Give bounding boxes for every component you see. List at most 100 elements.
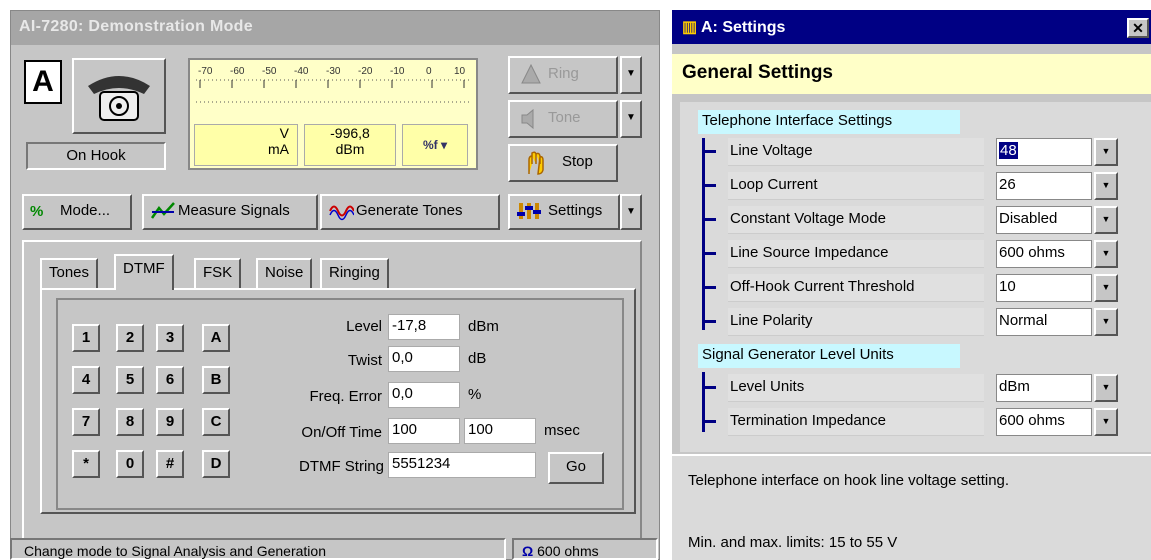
chevron-down-icon: ▼ [1101,214,1111,224]
offhook-threshold-dropdown[interactable]: ▼ [1094,274,1118,302]
tree-connector [702,218,716,221]
settings-window: ▥ A: Settings ✕ General Settings Telepho… [670,10,1151,560]
setting-label: Level Units [728,374,984,402]
twist-label: Twist [347,352,382,369]
level-value: -996,8 [330,125,370,141]
settings-dropdown[interactable]: ▼ [620,194,642,230]
generate-tones-button[interactable]: Generate Tones [320,194,500,230]
settings-title-text: A: Settings [700,19,786,36]
keypad-key[interactable]: C [202,408,230,436]
close-button[interactable]: ✕ [1127,18,1149,38]
unit-selector[interactable]: %f ▾ [402,124,468,166]
chevron-down-icon: ▼ [626,68,636,79]
tree-connector [702,184,716,187]
source-impedance-value[interactable]: 600 ohms [996,240,1092,268]
level-meter: -70 -60 -50 -40 -30 -20 -10 0 10 V mA -9… [188,58,478,170]
setting-label: Off-Hook Current Threshold [728,274,984,302]
tone-dropdown[interactable]: ▼ [620,100,642,138]
tree-connector [702,286,716,289]
offhook-threshold-value[interactable]: 10 [996,274,1092,302]
keypad-key[interactable]: * [72,450,100,478]
keypad-key[interactable]: 6 [156,366,184,394]
dtmf-string-input[interactable]: 5551234 [388,452,536,478]
source-impedance-dropdown[interactable]: ▼ [1094,240,1118,268]
keypad-key[interactable]: 3 [156,324,184,352]
twist-unit: dB [468,350,487,367]
mode-button[interactable]: % Mode... [22,194,132,230]
wave-icon [329,205,354,221]
speaker-icon [521,108,534,130]
line-voltage-value[interactable]: 48 [996,138,1092,166]
line-polarity-dropdown[interactable]: ▼ [1094,308,1118,336]
keypad-key[interactable]: A [202,324,230,352]
keypad-key[interactable]: 4 [72,366,100,394]
constant-voltage-value[interactable]: Disabled [996,206,1092,234]
keypad-key[interactable]: 9 [156,408,184,436]
keypad-key[interactable]: 5 [116,366,144,394]
freq-error-label: Freq. Error [309,388,382,405]
loop-current-value[interactable]: 26 [996,172,1092,200]
setting-label: Line Source Impedance [728,240,984,268]
ring-button[interactable]: Ring [508,56,618,94]
tree-connector [702,386,716,389]
keypad-key[interactable]: # [156,450,184,478]
level-unit: dBm [335,141,365,157]
tab-ringing[interactable]: Ringing [320,258,389,288]
on-off-time-unit: msec [544,422,580,439]
freq-error-unit: % [468,386,482,403]
tab-noise[interactable]: Noise [256,258,313,288]
tone-button[interactable]: Tone [508,100,618,138]
termination-impedance-value[interactable]: 600 ohms [996,408,1092,436]
keypad-key[interactable]: D [202,450,230,478]
tab-fsk[interactable]: FSK [194,258,242,288]
keypad-key[interactable]: 2 [116,324,144,352]
keypad-key[interactable]: B [202,366,230,394]
tree-connector [702,138,705,330]
keypad-key[interactable]: 0 [116,450,144,478]
keypad-key[interactable]: 7 [72,408,100,436]
stop-button[interactable]: Stop [508,144,618,182]
tree-connector [702,150,716,153]
window-title: AI-7280: Demonstration Mode [11,11,659,45]
level-input[interactable]: -17,8 [388,314,460,340]
tab-dtmf[interactable]: DTMF [114,254,174,290]
mode-icon: % [30,203,44,220]
tab-tones[interactable]: Tones [40,258,99,288]
tone-label: Tone [548,109,581,126]
status-bar: Change mode to Signal Analysis and Gener… [10,538,660,560]
off-time-input[interactable]: 100 [464,418,536,444]
mode-label: Mode... [60,202,111,219]
keypad-key[interactable]: 1 [72,324,100,352]
level-units-value[interactable]: dBm [996,374,1092,402]
ring-dropdown[interactable]: ▼ [620,56,642,94]
chevron-down-icon: ▼ [1101,248,1111,258]
description-text: Telephone interface on hook line voltage… [688,472,1010,489]
on-time-input[interactable]: 100 [388,418,460,444]
tree-connector [702,372,705,432]
line-polarity-value[interactable]: Normal [996,308,1092,336]
ring-label: Ring [548,65,579,82]
loop-current-dropdown[interactable]: ▼ [1094,172,1118,200]
status-message: Change mode to Signal Analysis and Gener… [10,538,506,560]
measure-signals-button[interactable]: Measure Signals [142,194,318,230]
level-unit: dBm [468,318,499,335]
constant-voltage-dropdown[interactable]: ▼ [1094,206,1118,234]
setting-label: Loop Current [728,172,984,200]
twist-input[interactable]: 0,0 [388,346,460,372]
level-units-dropdown[interactable]: ▼ [1094,374,1118,402]
go-button[interactable]: Go [548,452,604,484]
settings-button[interactable]: Settings [508,194,620,230]
meter-scale: -70 -60 -50 -40 -30 -20 -10 0 10 [196,66,472,106]
limits-text: Min. and max. limits: 15 to 55 V [688,534,898,551]
hook-toggle-button[interactable] [72,58,166,134]
current-unit: mA [268,141,289,157]
freq-error-input[interactable]: 0,0 [388,382,460,408]
settings-icon [517,203,541,219]
termination-impedance-dropdown[interactable]: ▼ [1094,408,1118,436]
on-off-time-label: On/Off Time [301,424,382,441]
line-voltage-dropdown[interactable]: ▼ [1094,138,1118,166]
voltage-unit: V [279,125,289,141]
chevron-down-icon: ▼ [1101,382,1111,392]
generate-tones-label: Generate Tones [356,202,463,219]
keypad-key[interactable]: 8 [116,408,144,436]
